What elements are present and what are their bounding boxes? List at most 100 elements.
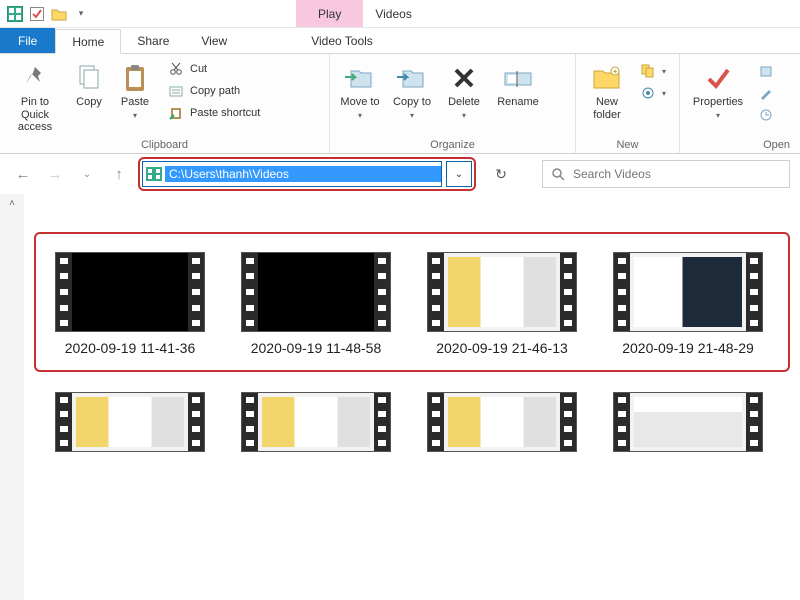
cut-button[interactable]: Cut — [164, 58, 264, 80]
copy-button[interactable]: Copy — [68, 58, 110, 109]
copy-label: Copy — [76, 96, 102, 109]
address-bar[interactable]: C:\Users\thanh\Videos — [142, 161, 442, 187]
video-thumbnail — [427, 392, 577, 452]
new-folder-label: New folder — [582, 96, 632, 121]
move-to-label: Move to — [340, 96, 379, 109]
address-dropdown-button[interactable]: ⌄ — [446, 161, 472, 187]
video-item[interactable] — [50, 392, 210, 452]
new-folder-button[interactable]: ✦ New folder — [582, 58, 632, 121]
ribbon-tabs: File Home Share View Video Tools — [0, 28, 800, 54]
easy-access-button[interactable]: ▾ — [636, 82, 670, 104]
refresh-button[interactable]: ↻ — [488, 161, 514, 187]
paste-shortcut-icon — [168, 105, 184, 121]
new-item-icon — [640, 63, 656, 79]
address-path[interactable]: C:\Users\thanh\Videos — [165, 166, 441, 182]
video-item[interactable] — [236, 392, 396, 452]
cut-label: Cut — [190, 63, 207, 75]
chevron-down-icon: ▾ — [662, 89, 666, 98]
history-button[interactable] — [754, 104, 778, 126]
file-pane[interactable]: 2020-09-19 11-41-36 2020-09-19 11-48-58 … — [24, 194, 800, 600]
group-label-new: New — [582, 137, 673, 151]
svg-text:✦: ✦ — [612, 68, 618, 76]
search-box[interactable] — [542, 160, 790, 188]
video-item[interactable]: 2020-09-19 11-41-36 — [50, 252, 210, 358]
scroll-up-icon[interactable]: ˄ — [9, 198, 15, 209]
copy-icon — [73, 62, 105, 94]
video-filename: 2020-09-19 11-48-58 — [251, 340, 382, 358]
video-item[interactable] — [608, 392, 768, 452]
pin-label: Pin to Quick access — [6, 96, 64, 134]
navigation-bar: ← → ⌄ ↑ C:\Users\thanh\Videos ⌄ ↻ — [0, 154, 800, 194]
delete-button[interactable]: Delete ▾ — [440, 58, 488, 120]
forward-button[interactable]: → — [42, 161, 68, 187]
copy-path-label: Copy path — [190, 85, 240, 97]
tab-video-tools[interactable]: Video Tools — [295, 28, 389, 53]
chevron-down-icon: ⌄ — [455, 169, 463, 180]
quick-access-toolbar: ▾ — [0, 5, 96, 23]
easy-access-icon — [640, 85, 656, 101]
folder-path-icon — [143, 167, 165, 181]
video-filename: 2020-09-19 21-46-13 — [436, 340, 568, 358]
group-clipboard: Pin to Quick access Copy Paste ▾ — [0, 54, 330, 153]
video-item[interactable]: 2020-09-19 21-46-13 — [422, 252, 582, 358]
qat-dropdown-icon[interactable]: ▾ — [72, 5, 90, 23]
title-bar: ▾ Play Videos — [0, 0, 800, 28]
recent-locations-button[interactable]: ⌄ — [74, 161, 100, 187]
group-label-clipboard: Clipboard — [6, 137, 323, 151]
copy-path-button[interactable]: Copy path — [164, 80, 264, 102]
chevron-down-icon: ▾ — [410, 111, 414, 120]
contextual-tab-play[interactable]: Play — [296, 0, 363, 27]
group-new: ✦ New folder ▾ ▾ New — [576, 54, 680, 153]
video-thumbnail — [55, 252, 205, 332]
new-folder-icon: ✦ — [591, 62, 623, 94]
move-to-button[interactable]: Move to ▾ — [336, 58, 384, 120]
tab-home[interactable]: Home — [55, 29, 121, 54]
video-thumbnail — [427, 252, 577, 332]
tab-file[interactable]: File — [0, 28, 55, 53]
copy-to-button[interactable]: Copy to ▾ — [388, 58, 436, 120]
group-label-open: Open — [686, 137, 794, 151]
back-button[interactable]: ← — [10, 161, 36, 187]
rename-icon — [502, 62, 534, 94]
paste-icon — [119, 62, 151, 94]
app-icon — [6, 5, 24, 23]
window-title: Videos — [363, 7, 423, 21]
history-icon — [758, 107, 774, 123]
paste-shortcut-button[interactable]: Paste shortcut — [164, 102, 264, 124]
pin-to-quick-access-button[interactable]: Pin to Quick access — [6, 58, 64, 134]
video-item[interactable]: 2020-09-19 11-48-58 — [236, 252, 396, 358]
paste-shortcut-label: Paste shortcut — [190, 107, 260, 119]
open-button[interactable] — [754, 60, 778, 82]
ribbon: Pin to Quick access Copy Paste ▾ — [0, 54, 800, 154]
folder-icon[interactable] — [50, 5, 68, 23]
rename-button[interactable]: Rename — [492, 58, 544, 109]
search-icon — [551, 167, 565, 181]
search-input[interactable] — [573, 167, 781, 181]
file-row — [34, 392, 790, 452]
paste-button[interactable]: Paste ▾ — [114, 58, 156, 120]
video-item[interactable] — [422, 392, 582, 452]
video-thumbnail — [241, 392, 391, 452]
chevron-down-icon: ▾ — [133, 111, 137, 120]
properties-label: Properties — [693, 96, 743, 109]
tab-view[interactable]: View — [185, 28, 243, 53]
tab-share[interactable]: Share — [121, 28, 185, 53]
chevron-down-icon: ▾ — [462, 111, 466, 120]
up-button[interactable]: ↑ — [106, 161, 132, 187]
video-thumbnail — [613, 252, 763, 332]
edit-icon — [758, 85, 774, 101]
chevron-down-icon: ▾ — [662, 67, 666, 76]
video-thumbnail — [613, 392, 763, 452]
open-icon — [758, 63, 774, 79]
scroll-gutter[interactable]: ˄ — [0, 194, 24, 600]
chevron-down-icon: ▾ — [358, 111, 362, 120]
paste-label: Paste — [121, 96, 149, 109]
copy-to-icon — [396, 62, 428, 94]
properties-button[interactable]: Properties ▾ — [686, 58, 750, 120]
new-item-button[interactable]: ▾ — [636, 60, 670, 82]
video-item[interactable]: 2020-09-19 21-48-29 — [608, 252, 768, 358]
move-to-icon — [344, 62, 376, 94]
content-area: ˄ 2020-09-19 11-41-36 2020-09-19 11-48-5… — [0, 194, 800, 600]
edit-button[interactable] — [754, 82, 778, 104]
checkbox-icon[interactable] — [28, 5, 46, 23]
